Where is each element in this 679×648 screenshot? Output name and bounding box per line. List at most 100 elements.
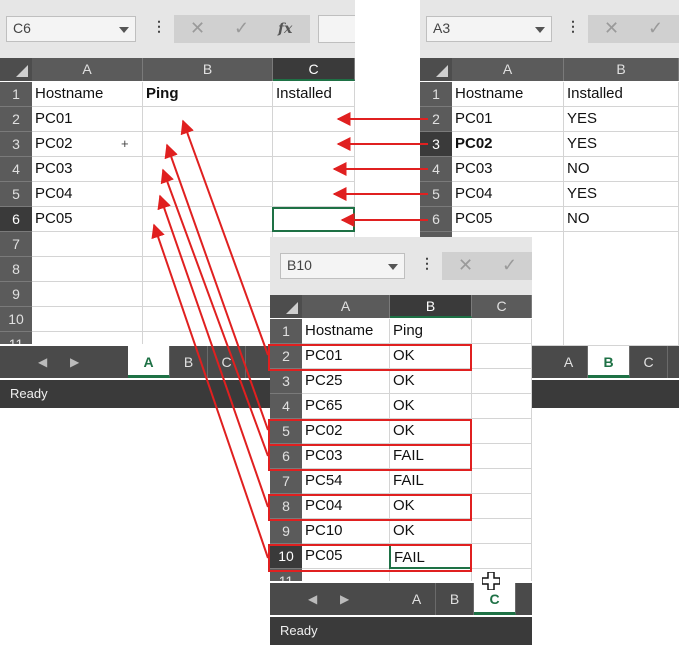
insert-function-icon[interactable]: fx xyxy=(278,21,292,37)
cell[interactable]: PC54 xyxy=(302,469,390,494)
cell[interactable]: FAIL xyxy=(390,469,472,494)
cell[interactable]: NO xyxy=(564,207,679,232)
cell[interactable]: PC03 xyxy=(32,157,143,182)
tab-a[interactable]: A xyxy=(398,583,436,615)
cell[interactable] xyxy=(143,132,273,157)
cell[interactable]: PC05 xyxy=(32,207,143,232)
row-header[interactable]: 7 xyxy=(270,469,302,494)
row-header[interactable]: 4 xyxy=(270,394,302,419)
tab-b[interactable]: B xyxy=(170,346,208,378)
cell[interactable] xyxy=(564,232,679,346)
row-header[interactable]: 6 xyxy=(0,207,32,232)
more-options-icon[interactable]: ⋮ xyxy=(152,18,166,35)
row-header[interactable]: 5 xyxy=(420,182,452,207)
select-all-button[interactable] xyxy=(0,58,32,81)
more-options-icon[interactable]: ⋮ xyxy=(566,18,580,35)
cell[interactable]: PC65 xyxy=(302,394,390,419)
cell[interactable] xyxy=(472,519,532,544)
cell[interactable] xyxy=(472,544,532,569)
more-options-icon[interactable]: ⋮ xyxy=(420,255,434,272)
cancel-icon[interactable]: ✕ xyxy=(604,18,619,39)
cell[interactable] xyxy=(472,444,532,469)
cell[interactable]: PC10 xyxy=(302,519,390,544)
tab-b[interactable]: B xyxy=(436,583,474,615)
row-header[interactable]: 9 xyxy=(0,282,32,307)
row-header[interactable]: 4 xyxy=(0,157,32,182)
cell[interactable] xyxy=(143,282,273,307)
tab-b[interactable]: B xyxy=(588,346,630,378)
cell[interactable]: PC25 xyxy=(302,369,390,394)
cell[interactable] xyxy=(472,394,532,419)
select-all-button[interactable] xyxy=(270,295,302,318)
cell[interactable]: PC01 xyxy=(452,107,564,132)
column-header-b[interactable]: B xyxy=(390,295,472,318)
chevron-down-icon[interactable] xyxy=(388,264,398,270)
column-header-b[interactable]: B xyxy=(564,58,679,81)
cell[interactable]: PC04 xyxy=(32,182,143,207)
column-header-a[interactable]: A xyxy=(452,58,564,81)
cell[interactable] xyxy=(143,307,273,332)
cell[interactable] xyxy=(143,232,273,257)
row-header[interactable]: 3 xyxy=(0,132,32,157)
cell[interactable] xyxy=(472,494,532,519)
cell[interactable]: YES xyxy=(564,132,679,157)
column-header-c[interactable]: C xyxy=(273,58,355,81)
row-header[interactable]: 3 xyxy=(420,132,452,157)
cell[interactable]: PC05 xyxy=(452,207,564,232)
tab-c[interactable]: C xyxy=(630,346,668,378)
row-header[interactable]: 4 xyxy=(420,157,452,182)
row-header[interactable]: 10 xyxy=(0,307,32,332)
row-header[interactable]: 3 xyxy=(270,369,302,394)
enter-icon[interactable]: ✓ xyxy=(234,18,249,39)
column-header-a[interactable]: A xyxy=(32,58,143,81)
tab-a[interactable]: A xyxy=(128,346,170,378)
active-cell[interactable] xyxy=(272,207,355,232)
cell[interactable] xyxy=(143,332,273,344)
row-header[interactable]: 9 xyxy=(270,519,302,544)
cell[interactable] xyxy=(32,232,143,257)
cell[interactable] xyxy=(273,107,355,132)
cell[interactable]: Installed xyxy=(564,82,679,107)
cell[interactable] xyxy=(32,282,143,307)
cell[interactable] xyxy=(32,257,143,282)
cell[interactable] xyxy=(143,107,273,132)
formula-input[interactable] xyxy=(318,15,355,43)
cell[interactable]: YES xyxy=(564,182,679,207)
row-header[interactable]: 5 xyxy=(0,182,32,207)
cell[interactable]: OK xyxy=(390,394,472,419)
cell[interactable]: Hostname xyxy=(452,82,564,107)
cell[interactable]: NO xyxy=(564,157,679,182)
row-header[interactable]: 6 xyxy=(420,207,452,232)
tab-a[interactable]: A xyxy=(550,346,588,378)
name-box[interactable]: A3 xyxy=(426,16,552,42)
row-header[interactable]: 11 xyxy=(0,332,32,344)
cell[interactable]: Installed xyxy=(273,82,355,107)
row-header[interactable]: 2 xyxy=(420,107,452,132)
cell[interactable]: YES xyxy=(564,107,679,132)
cell[interactable]: OK xyxy=(390,369,472,394)
column-header-c[interactable]: C xyxy=(472,295,532,318)
tab-c[interactable]: C xyxy=(208,346,246,378)
enter-icon[interactable]: ✓ xyxy=(502,255,517,276)
cell[interactable] xyxy=(143,257,273,282)
column-header-b[interactable]: B xyxy=(143,58,273,81)
row-header[interactable]: 1 xyxy=(270,319,302,344)
cell[interactable] xyxy=(472,369,532,394)
tab-scroll-right-icon[interactable]: ▶ xyxy=(70,355,79,369)
cell[interactable] xyxy=(143,182,273,207)
select-all-button[interactable] xyxy=(420,58,452,81)
row-header[interactable]: 8 xyxy=(0,257,32,282)
cell[interactable]: OK xyxy=(390,519,472,544)
tab-scroll-left-icon[interactable]: ◀ xyxy=(308,592,317,606)
cell[interactable]: Hostname xyxy=(32,82,143,107)
cell[interactable] xyxy=(273,132,355,157)
cell[interactable] xyxy=(273,182,355,207)
cancel-icon[interactable]: ✕ xyxy=(458,255,473,276)
name-box[interactable]: B10 xyxy=(280,253,405,279)
cell[interactable] xyxy=(472,569,532,581)
cell[interactable] xyxy=(472,344,532,369)
cell[interactable]: Hostname xyxy=(302,319,390,344)
cell[interactable] xyxy=(143,157,273,182)
cell[interactable] xyxy=(32,307,143,332)
row-header[interactable]: 1 xyxy=(0,82,32,107)
